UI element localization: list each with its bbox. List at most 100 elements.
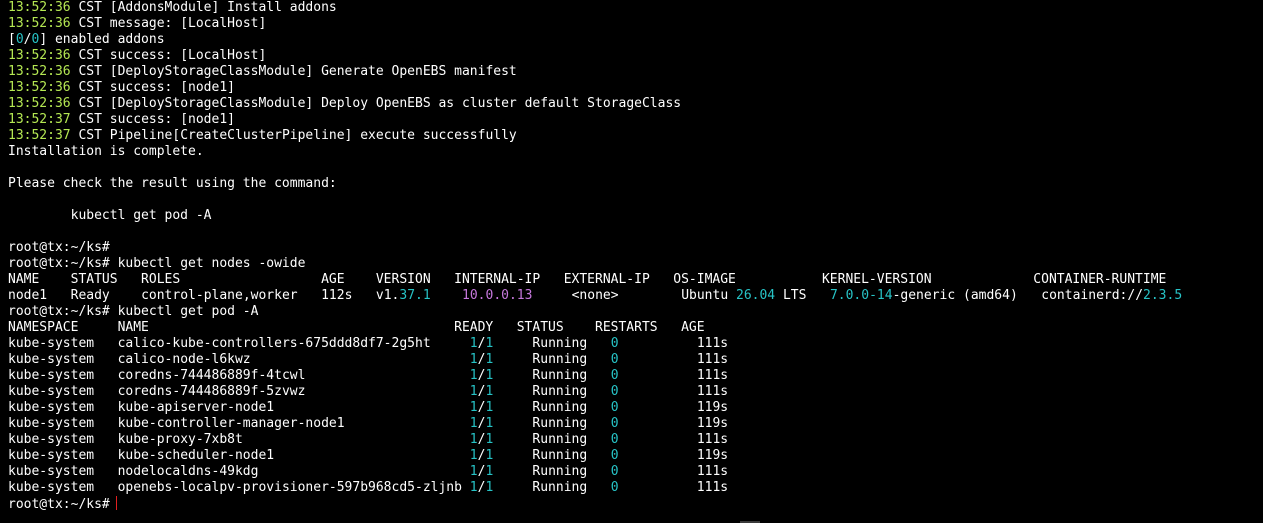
pod-name: kube-controller-manager-node1 bbox=[117, 416, 345, 431]
node-os-num: 26.04 bbox=[736, 288, 776, 303]
node-name: node1 bbox=[8, 288, 48, 303]
table-row: kube-system kube-scheduler-node1 1/1 Run… bbox=[8, 448, 1263, 464]
log-line: 13:52:36 CST message: [LocalHost] bbox=[8, 16, 1263, 32]
pod-restarts: 0 bbox=[610, 448, 619, 463]
enabled-count: 0 bbox=[15, 32, 24, 47]
table-row: kube-system kube-controller-manager-node… bbox=[8, 416, 1263, 432]
pod-name: calico-kube-controllers-675ddd8df7-2g5ht bbox=[117, 336, 431, 351]
pods-table-header: NAMESPACE NAME READY STATUS RESTARTS AGE bbox=[8, 320, 705, 335]
pod-status: Running bbox=[532, 480, 588, 495]
log-line: 13:52:36 CST [AddonsModule] Install addo… bbox=[8, 0, 1263, 16]
pod-status: Running bbox=[532, 336, 588, 351]
pod-namespace: kube-system bbox=[8, 384, 95, 399]
table-row: kube-system kube-proxy-7xb8t 1/1 Running… bbox=[8, 432, 1263, 448]
enabled-suffix: ] enabled addons bbox=[39, 32, 165, 47]
pod-status: Running bbox=[532, 368, 588, 383]
node-external-ip: <none> bbox=[571, 288, 619, 303]
pod-status: Running bbox=[532, 352, 588, 367]
log-text: CST success: [node1] bbox=[78, 112, 235, 127]
pod-ready-total: 1 bbox=[485, 384, 494, 399]
log-text: CST [DeployStorageClassModule] Deploy Op… bbox=[78, 96, 682, 111]
pod-name: kube-proxy-7xb8t bbox=[117, 432, 243, 447]
pod-name: coredns-744486889f-5zvwz bbox=[117, 384, 306, 399]
install-complete-text: Installation is complete. bbox=[8, 144, 204, 159]
node-age: 112s bbox=[321, 288, 353, 303]
pod-status: Running bbox=[532, 384, 588, 399]
node-os-suffix: LTS bbox=[775, 288, 807, 303]
prompt-line: root@tx:~/ks# bbox=[8, 240, 1263, 256]
command-text: kubectl get pod -A bbox=[109, 304, 259, 319]
terminal-window[interactable]: 13:52:36 CST [AddonsModule] Install addo… bbox=[0, 0, 1263, 523]
prompt-line[interactable]: root@tx:~/ks# bbox=[8, 496, 1263, 512]
pod-ready-total: 1 bbox=[485, 368, 494, 383]
pod-ready-current: 1 bbox=[469, 464, 478, 479]
log-timestamp: 13:52:36 bbox=[8, 16, 71, 31]
pod-status: Running bbox=[532, 448, 588, 463]
log-timestamp: 13:52:36 bbox=[8, 64, 71, 79]
log-line: 13:52:36 CST success: [node1] bbox=[8, 80, 1263, 96]
pod-restarts: 0 bbox=[610, 336, 619, 351]
node-kernel-num: 7.0.0-14 bbox=[829, 288, 893, 303]
node-runtime-num: 2.3.5 bbox=[1143, 288, 1183, 303]
pod-ready-total: 1 bbox=[485, 464, 494, 479]
node-roles: control-plane,worker bbox=[141, 288, 298, 303]
shell-prompt: root@tx:~/ks# bbox=[8, 240, 110, 255]
pod-ready-total: 1 bbox=[485, 480, 494, 495]
log-line: [0/0] enabled addons bbox=[8, 32, 1263, 48]
nodes-table-header: NAME STATUS ROLES AGE VERSION INTERNAL-I… bbox=[8, 272, 1167, 287]
pod-restarts: 0 bbox=[610, 368, 619, 383]
pod-restarts: 0 bbox=[610, 416, 619, 431]
log-timestamp: 13:52:36 bbox=[8, 0, 71, 15]
pod-age: 111s bbox=[696, 352, 729, 367]
pod-ready-current: 1 bbox=[469, 400, 478, 415]
pod-namespace: kube-system bbox=[8, 400, 95, 415]
pod-status: Running bbox=[532, 464, 588, 479]
nodes-table-row: node1 Ready control-plane,worker 112s v1… bbox=[8, 288, 1263, 304]
pod-name: kube-scheduler-node1 bbox=[117, 448, 275, 463]
pod-age: 111s bbox=[696, 384, 729, 399]
log-line: 13:52:36 CST success: [LocalHost] bbox=[8, 48, 1263, 64]
pod-namespace: kube-system bbox=[8, 336, 95, 351]
log-line: 13:52:36 CST [DeployStorageClassModule] … bbox=[8, 96, 1263, 112]
node-internal-ip: 10.0.0.13 bbox=[462, 288, 533, 303]
prompt-line: root@tx:~/ks# kubectl get pod -A bbox=[8, 304, 1263, 320]
pod-ready-current: 1 bbox=[469, 432, 478, 447]
log-line: 13:52:37 CST Pipeline[CreateClusterPipel… bbox=[8, 128, 1263, 144]
pod-restarts: 0 bbox=[610, 400, 619, 415]
log-text: CST Pipeline[CreateClusterPipeline] exec… bbox=[78, 128, 517, 143]
pod-age: 119s bbox=[696, 400, 729, 415]
log-text: CST [AddonsModule] Install addons bbox=[78, 0, 337, 15]
pod-age: 111s bbox=[696, 480, 729, 495]
log-text: CST success: [LocalHost] bbox=[78, 48, 267, 63]
node-version-num: 37.1 bbox=[399, 288, 431, 303]
pod-name: openebs-localpv-provisioner-597b968cd5-z… bbox=[117, 480, 462, 495]
pod-ready-current: 1 bbox=[469, 368, 478, 383]
pod-ready-total: 1 bbox=[485, 432, 494, 447]
pod-restarts: 0 bbox=[610, 352, 619, 367]
pod-ready-total: 1 bbox=[485, 336, 494, 351]
pods-table-body: kube-system calico-kube-controllers-675d… bbox=[8, 336, 1263, 496]
pod-ready-total: 1 bbox=[485, 448, 494, 463]
pod-namespace: kube-system bbox=[8, 464, 95, 479]
pod-ready-total: 1 bbox=[485, 400, 494, 415]
pod-ready-total: 1 bbox=[485, 352, 494, 367]
pod-restarts: 0 bbox=[610, 384, 619, 399]
table-row: kube-system coredns-744486889f-4tcwl 1/1… bbox=[8, 368, 1263, 384]
enabled-prefix: [ bbox=[8, 32, 16, 47]
node-os-name: Ubuntu bbox=[681, 288, 736, 303]
pod-ready-current: 1 bbox=[469, 448, 478, 463]
pod-ready-current: 1 bbox=[469, 336, 478, 351]
pod-ready-current: 1 bbox=[469, 416, 478, 431]
pod-ready-current: 1 bbox=[469, 352, 478, 367]
table-row: kube-system calico-node-l6kwz 1/1 Runnin… bbox=[8, 352, 1263, 368]
pod-restarts: 0 bbox=[610, 480, 619, 495]
table-row: kube-system calico-kube-controllers-675d… bbox=[8, 336, 1263, 352]
shell-prompt: root@tx:~/ks# bbox=[8, 304, 110, 319]
pod-name: calico-node-l6kwz bbox=[117, 352, 251, 367]
pod-namespace: kube-system bbox=[8, 368, 95, 383]
pod-age: 111s bbox=[696, 432, 729, 447]
pod-ready-total: 1 bbox=[485, 416, 494, 431]
table-row: kube-system coredns-744486889f-5zvwz 1/1… bbox=[8, 384, 1263, 400]
